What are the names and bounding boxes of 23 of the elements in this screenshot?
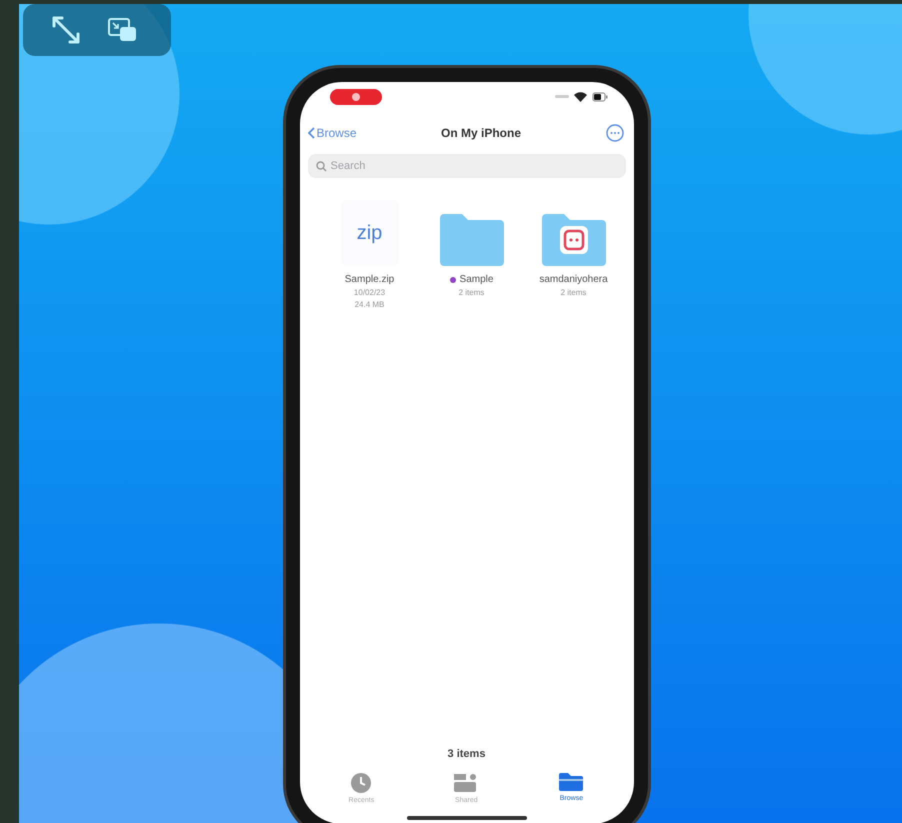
more-options-icon[interactable] (606, 124, 624, 142)
zip-file-icon[interactable]: zip (340, 200, 398, 266)
search-field[interactable]: Search (308, 154, 626, 178)
file-info: 2 items (560, 288, 586, 297)
folder-icon (558, 772, 584, 792)
file-name: Sample (460, 274, 494, 285)
picture-in-picture-icon[interactable] (107, 17, 137, 43)
signal-icon (554, 95, 568, 99)
clock-icon (350, 772, 372, 794)
fullscreen-icon[interactable] (51, 15, 81, 45)
wifi-icon (574, 92, 586, 102)
file-name: Sample.zip (344, 274, 394, 285)
chevron-left-icon (308, 127, 314, 139)
battery-icon (592, 92, 608, 102)
back-button[interactable]: Browse (308, 126, 357, 140)
file-info: 10/02/23 (354, 288, 386, 297)
file-name: samdaniyohera (539, 274, 608, 285)
file-info: 2 items (458, 288, 484, 297)
file-info: 24.4 MB (354, 300, 384, 309)
file-type-label: zip (356, 222, 382, 244)
screen-title: On My iPhone (441, 126, 522, 140)
item-count: 3 items (448, 748, 486, 760)
folder-with-app-icon[interactable] (540, 212, 608, 266)
